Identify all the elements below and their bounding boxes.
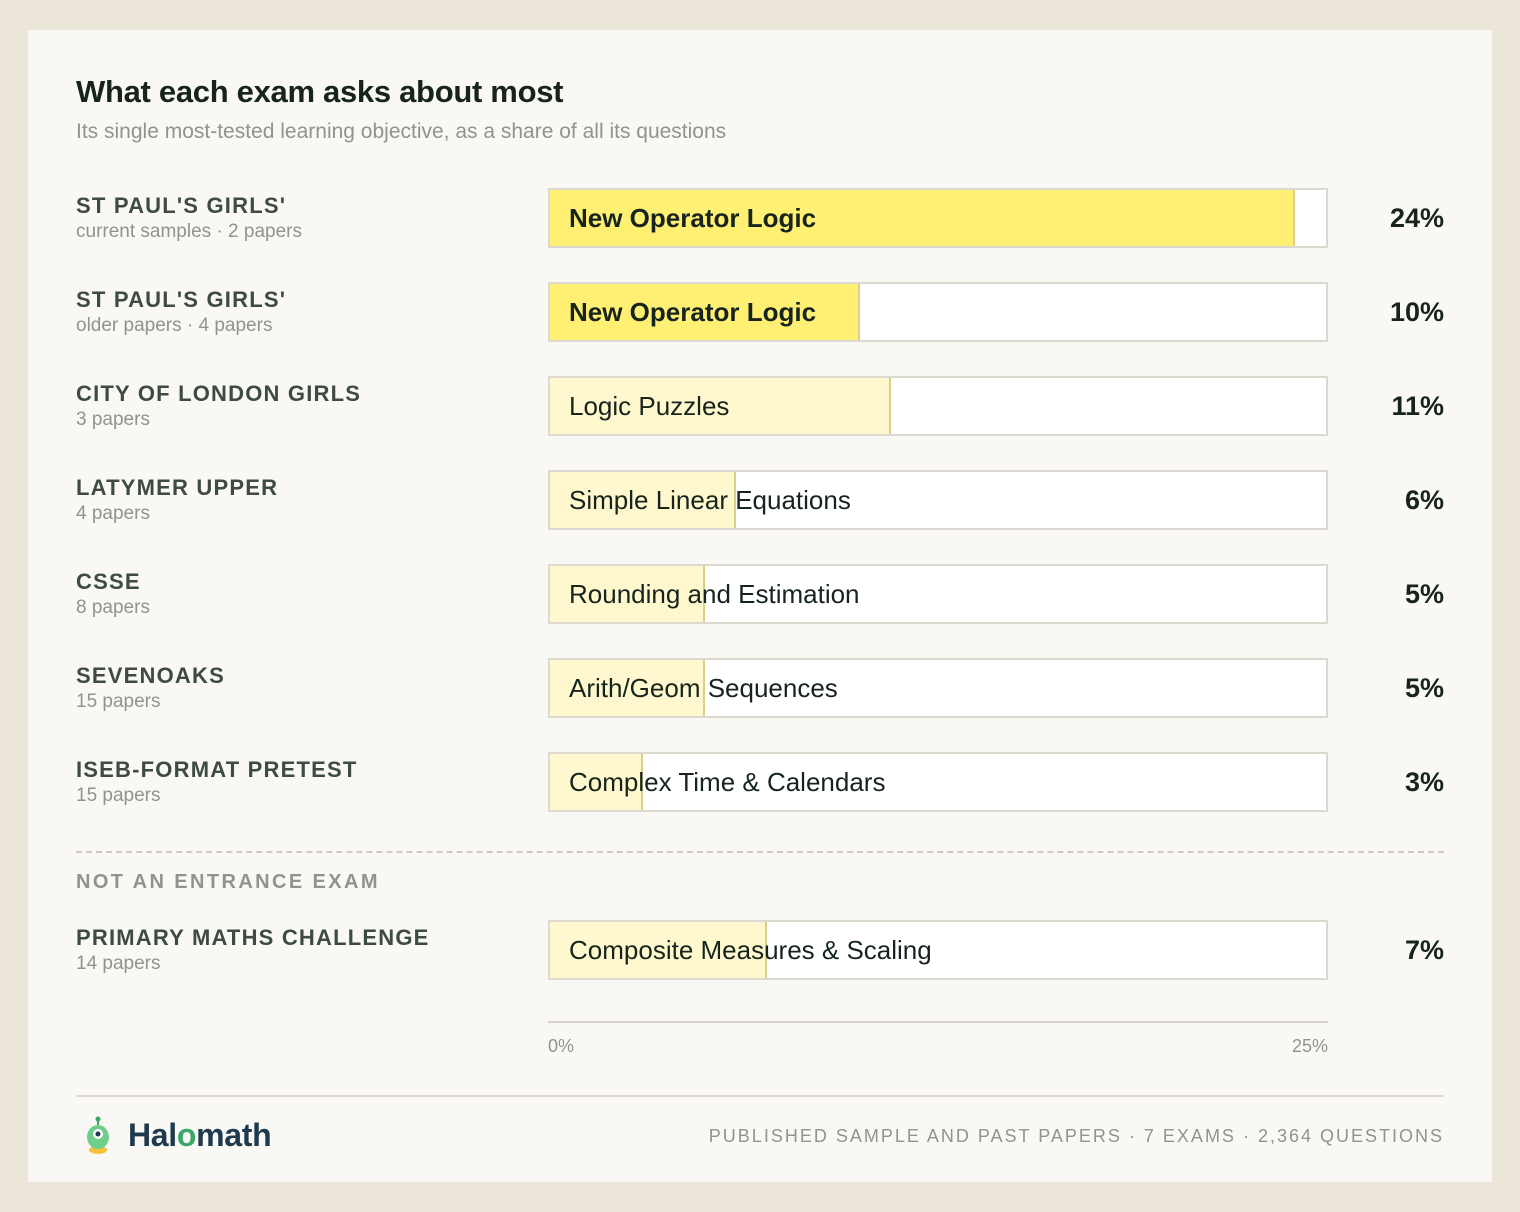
brand-logo: Halomath: [80, 1115, 272, 1155]
bar-row: CSSE 8 papers Rounding and Estimation 5%: [28, 564, 1492, 624]
footer-divider: [76, 1095, 1444, 1097]
brand-name-right: math: [196, 1116, 272, 1153]
x-axis-line: [548, 1021, 1328, 1023]
bar-track: Simple Linear Equations: [548, 470, 1328, 530]
bar-track: New Operator Logic: [548, 188, 1328, 248]
objective-label: Composite Measures & Scaling: [569, 935, 932, 965]
x-tick-label: 25%: [1291, 1036, 1328, 1056]
exam-name: ST PAUL'S GIRLS': [76, 193, 287, 218]
bar-row: CITY OF LONDON GIRLS 3 papers Logic Puzzle…: [28, 376, 1492, 436]
exam-name: CITY OF LONDON GIRLS: [76, 381, 362, 406]
objective-label: New Operator Logic: [569, 297, 817, 327]
bar-row: ISEB-FORMAT PRETEST 15 papers Complex Time…: [28, 752, 1492, 812]
value-label: 11%: [1391, 391, 1444, 421]
chart-subtitle: Its single most-tested learning objectiv…: [76, 120, 727, 143]
chart-title: What each exam asks about most: [76, 74, 564, 109]
exam-meta: older papers · 4 papers: [76, 315, 273, 336]
brand-name-left: Hal: [128, 1116, 177, 1153]
value-label: 5%: [1404, 673, 1444, 703]
value-label: 24%: [1389, 203, 1444, 233]
objective-label: Rounding and Estimation: [569, 579, 860, 609]
value-label: 6%: [1404, 485, 1444, 515]
robot-mascot-icon: [87, 1116, 109, 1154]
value-label: 5%: [1404, 579, 1444, 609]
source-note: PUBLISHED SAMPLE AND PAST PAPERS · 7 EXA…: [708, 1126, 1444, 1146]
bar-row: ST PAUL'S GIRLS' older papers · 4 papers N…: [28, 282, 1492, 342]
bar-track: Complex Time & Calendars: [548, 752, 1328, 812]
exam-name: ST PAUL'S GIRLS': [76, 287, 287, 312]
objective-label: Arith/Geom Sequences: [569, 673, 838, 703]
brand-name: Halomath: [128, 1116, 272, 1154]
bar-track: Composite Measures & Scaling: [548, 920, 1328, 980]
objective-label: New Operator Logic: [569, 203, 817, 233]
chart-card: What each exam asks about most Its singl…: [28, 30, 1492, 1182]
exam-name: ISEB-FORMAT PRETEST: [76, 757, 358, 782]
exam-name: LATYMER UPPER: [76, 475, 279, 500]
exam-meta: current samples · 2 papers: [76, 221, 302, 242]
value-label: 3%: [1404, 767, 1444, 797]
bar-row: LATYMER UPPER 4 papers Simple Linear Equat…: [28, 470, 1492, 530]
objective-label: Simple Linear Equations: [569, 485, 851, 515]
exam-meta: 3 papers: [76, 409, 150, 430]
exam-meta: 8 papers: [76, 597, 150, 618]
bar-track: Arith/Geom Sequences: [548, 658, 1328, 718]
objective-label: Logic Puzzles: [569, 391, 730, 421]
value-label: 7%: [1404, 935, 1444, 965]
objective-label: Complex Time & Calendars: [569, 767, 886, 797]
exam-name: PRIMARY MATHS CHALLENGE: [76, 925, 430, 950]
bar-row: PRIMARY MATHS CHALLENGE 14 papers Composit…: [28, 920, 1492, 980]
section-label: NOT AN ENTRANCE EXAM: [76, 871, 380, 893]
exam-meta: 4 papers: [76, 503, 150, 524]
value-label: 10%: [1389, 297, 1444, 327]
bar-track: Rounding and Estimation: [548, 564, 1328, 624]
exam-meta: 15 papers: [76, 785, 161, 806]
exam-name: CSSE: [76, 569, 141, 594]
section-divider: [76, 851, 1444, 853]
bar-track: New Operator Logic: [548, 282, 1328, 342]
x-tick-label: 0%: [548, 1036, 575, 1056]
bar-row: SEVENOAKS 15 papers Arith/Geom Sequences 5%: [28, 658, 1492, 718]
exam-meta: 14 papers: [76, 953, 161, 974]
exam-name: SEVENOAKS: [76, 663, 225, 688]
brand-name-o: o: [176, 1116, 197, 1153]
bar-row: ST PAUL'S GIRLS' current samples · 2 pape…: [28, 188, 1492, 248]
exam-meta: 15 papers: [76, 691, 161, 712]
bar-track: Logic Puzzles: [548, 376, 1328, 436]
